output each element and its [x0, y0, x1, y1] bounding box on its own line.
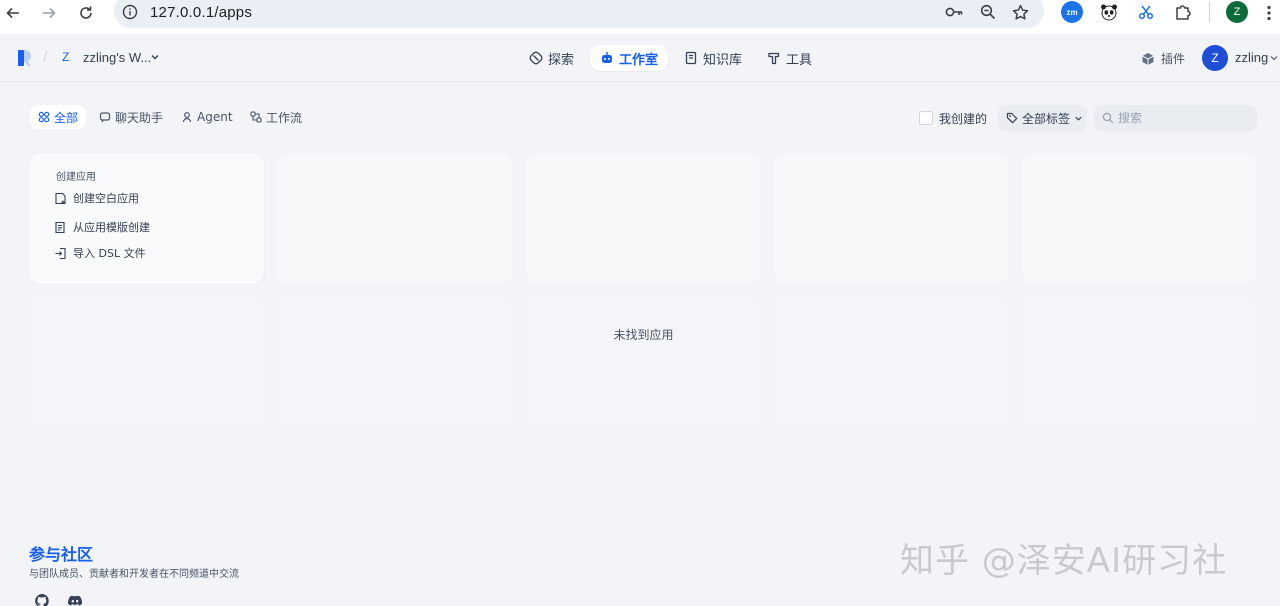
filter-tab-all[interactable]: 全部	[30, 105, 87, 129]
search-box[interactable]	[1094, 105, 1257, 131]
nav-tools-label: 工具	[786, 52, 813, 68]
tag-icon	[1006, 112, 1018, 124]
import-dsl-label: 导入 DSL 文件	[73, 247, 146, 260]
app-header: / Z zzling's W... 探索 工作室 知识库 工具 插件 Z zzl…	[0, 34, 1280, 82]
nav-explore-label: 探索	[548, 52, 575, 68]
filter-tab-workflow-label: 工作流	[266, 110, 303, 125]
compass-icon	[529, 51, 543, 65]
empty-state-message: 未找到应用	[613, 328, 674, 342]
chat-bubble-icon	[99, 112, 111, 123]
tag-filter-dropdown[interactable]: 全部标签	[998, 105, 1087, 131]
import-dsl-button[interactable]: 导入 DSL 文件	[54, 243, 146, 263]
app-card-placeholder	[774, 297, 1009, 428]
puzzle-extensions-icon[interactable]	[1172, 1, 1194, 23]
search-input[interactable]	[1118, 111, 1248, 125]
created-by-me-label[interactable]: 我创建的	[939, 110, 987, 127]
address-bar[interactable]: 127.0.0.1/apps	[114, 0, 1044, 28]
tag-filter-label: 全部标签	[1022, 111, 1071, 126]
breadcrumb-separator: /	[43, 50, 48, 65]
username[interactable]: zzling	[1235, 50, 1268, 65]
create-app-card: 创建应用 创建空白应用 从应用模版创建 导入 DSL 文件	[29, 153, 264, 284]
reload-icon[interactable]	[75, 2, 97, 24]
grid-icon	[38, 111, 50, 123]
create-blank-app-label: 创建空白应用	[73, 192, 139, 205]
app-card-placeholder	[774, 441, 1009, 491]
app-card-placeholder	[526, 297, 761, 428]
app-card-placeholder	[526, 153, 761, 284]
book-icon	[685, 51, 697, 65]
bookmark-star-icon[interactable]	[1010, 2, 1030, 22]
github-icon[interactable]	[34, 593, 50, 606]
cube-icon	[1142, 52, 1154, 65]
app-card-placeholder	[29, 441, 264, 491]
key-icon[interactable]	[944, 2, 964, 22]
nav-knowledge[interactable]: 知识库	[674, 45, 752, 71]
nav-explore[interactable]: 探索	[519, 45, 584, 71]
create-from-template-button[interactable]: 从应用模版创建	[54, 217, 150, 237]
created-by-me-checkbox[interactable]	[919, 111, 933, 125]
app-card-placeholder	[1022, 297, 1257, 428]
user-avatar[interactable]: Z	[1202, 45, 1228, 71]
nav-studio[interactable]: 工作室	[590, 45, 669, 71]
app-card-placeholder	[277, 297, 512, 428]
watermark-text: 知乎 @泽安AI研习社	[900, 541, 1228, 581]
create-blank-app-button[interactable]: 创建空白应用	[54, 188, 139, 208]
panda-extension-icon[interactable]	[1098, 1, 1120, 23]
app-card-placeholder	[29, 297, 264, 428]
chevron-down-icon	[1075, 116, 1082, 121]
app-card-placeholder	[1022, 441, 1257, 491]
scissors-extension-icon[interactable]	[1135, 1, 1157, 23]
nav-knowledge-label: 知识库	[703, 52, 743, 68]
community-title: 参与社区	[29, 545, 94, 564]
back-arrow-icon[interactable]	[2, 2, 24, 24]
zm-extension-icon[interactable]: zm	[1061, 1, 1083, 23]
robot-icon	[602, 52, 612, 63]
filter-tab-agent[interactable]: Agent	[173, 105, 241, 129]
app-logo-icon[interactable]	[17, 49, 33, 67]
import-icon	[55, 247, 66, 259]
community-subtitle: 与团队成员、贡献者和开发者在不同频道中交流	[29, 569, 239, 580]
filter-tab-workflow[interactable]: 工作流	[242, 105, 310, 129]
browser-toolbar: 127.0.0.1/apps zm Z	[0, 0, 1280, 34]
app-card-placeholder	[1022, 153, 1257, 284]
plugins-label: 插件	[1161, 52, 1186, 66]
toolbar-divider	[1209, 2, 1210, 22]
workspace-name[interactable]: zzling's W...	[83, 50, 151, 65]
agent-icon	[182, 112, 192, 123]
site-info-icon[interactable]	[122, 4, 138, 20]
create-from-template-label: 从应用模版创建	[73, 221, 150, 234]
nav-tools[interactable]: 工具	[757, 45, 822, 71]
chevron-down-icon[interactable]	[1269, 53, 1279, 63]
file-template-icon	[55, 221, 65, 233]
filter-tab-chat[interactable]: 聊天助手	[91, 105, 171, 129]
app-card-placeholder	[277, 441, 512, 491]
filter-tab-agent-label: Agent	[197, 110, 233, 124]
forward-arrow-icon[interactable]	[38, 2, 60, 24]
filter-tab-all-label: 全部	[54, 110, 79, 125]
plugins-button[interactable]: 插件	[1141, 50, 1185, 67]
filter-tab-chat-label: 聊天助手	[115, 110, 164, 125]
workflow-icon	[250, 111, 262, 123]
discord-icon[interactable]	[67, 593, 83, 606]
browser-profile-avatar[interactable]: Z	[1226, 1, 1248, 23]
url-text: 127.0.0.1/apps	[150, 4, 253, 21]
app-card-placeholder	[277, 153, 512, 284]
chevron-down-icon[interactable]	[149, 51, 161, 63]
nav-studio-label: 工作室	[619, 52, 659, 68]
app-card-placeholder	[526, 441, 761, 491]
hammer-icon	[768, 52, 780, 65]
search-icon	[1102, 112, 1114, 124]
workspace-initial[interactable]: Z	[62, 50, 69, 64]
zoom-icon[interactable]	[978, 2, 998, 22]
browser-menu-icon[interactable]	[1258, 2, 1280, 24]
app-card-placeholder	[774, 153, 1009, 284]
create-app-title: 创建应用	[56, 172, 96, 183]
file-plus-icon	[55, 192, 66, 204]
